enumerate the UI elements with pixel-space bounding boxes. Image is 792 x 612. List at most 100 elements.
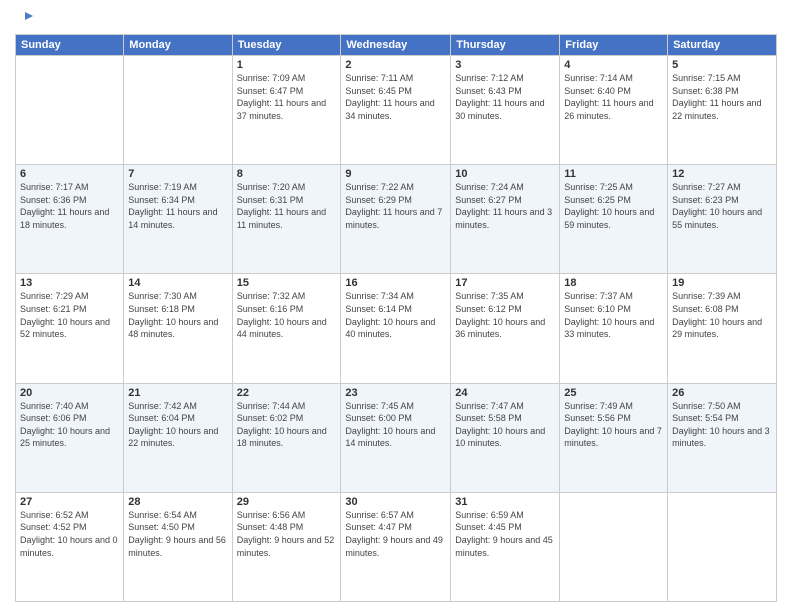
calendar-cell: 1Sunrise: 7:09 AMSunset: 6:47 PMDaylight… xyxy=(232,56,341,165)
day-number: 17 xyxy=(455,277,555,289)
calendar-cell xyxy=(124,56,232,165)
calendar-cell: 5Sunrise: 7:15 AMSunset: 6:38 PMDaylight… xyxy=(668,56,777,165)
day-header-thursday: Thursday xyxy=(451,35,560,56)
calendar-cell: 25Sunrise: 7:49 AMSunset: 5:56 PMDayligh… xyxy=(560,383,668,492)
day-info: Sunrise: 7:17 AMSunset: 6:36 PMDaylight:… xyxy=(20,181,119,231)
day-header-tuesday: Tuesday xyxy=(232,35,341,56)
day-header-monday: Monday xyxy=(124,35,232,56)
day-header-wednesday: Wednesday xyxy=(341,35,451,56)
calendar-cell: 3Sunrise: 7:12 AMSunset: 6:43 PMDaylight… xyxy=(451,56,560,165)
day-number: 11 xyxy=(564,168,663,180)
day-number: 24 xyxy=(455,387,555,399)
day-info: Sunrise: 7:44 AMSunset: 6:02 PMDaylight:… xyxy=(237,400,337,450)
day-info: Sunrise: 7:20 AMSunset: 6:31 PMDaylight:… xyxy=(237,181,337,231)
calendar-cell: 26Sunrise: 7:50 AMSunset: 5:54 PMDayligh… xyxy=(668,383,777,492)
day-number: 12 xyxy=(672,168,772,180)
calendar-cell: 4Sunrise: 7:14 AMSunset: 6:40 PMDaylight… xyxy=(560,56,668,165)
day-number: 7 xyxy=(128,168,227,180)
day-number: 19 xyxy=(672,277,772,289)
day-info: Sunrise: 7:30 AMSunset: 6:18 PMDaylight:… xyxy=(128,290,227,340)
day-number: 26 xyxy=(672,387,772,399)
day-number: 9 xyxy=(345,168,446,180)
day-number: 4 xyxy=(564,59,663,71)
day-info: Sunrise: 7:22 AMSunset: 6:29 PMDaylight:… xyxy=(345,181,446,231)
calendar-cell: 19Sunrise: 7:39 AMSunset: 6:08 PMDayligh… xyxy=(668,274,777,383)
calendar-cell: 2Sunrise: 7:11 AMSunset: 6:45 PMDaylight… xyxy=(341,56,451,165)
calendar-cell: 6Sunrise: 7:17 AMSunset: 6:36 PMDaylight… xyxy=(16,165,124,274)
day-header-friday: Friday xyxy=(560,35,668,56)
day-info: Sunrise: 7:42 AMSunset: 6:04 PMDaylight:… xyxy=(128,400,227,450)
calendar-cell: 18Sunrise: 7:37 AMSunset: 6:10 PMDayligh… xyxy=(560,274,668,383)
day-number: 22 xyxy=(237,387,337,399)
day-number: 25 xyxy=(564,387,663,399)
calendar-week-1: 1Sunrise: 7:09 AMSunset: 6:47 PMDaylight… xyxy=(16,56,777,165)
calendar-week-2: 6Sunrise: 7:17 AMSunset: 6:36 PMDaylight… xyxy=(16,165,777,274)
day-number: 1 xyxy=(237,59,337,71)
header xyxy=(15,10,777,28)
calendar-week-3: 13Sunrise: 7:29 AMSunset: 6:21 PMDayligh… xyxy=(16,274,777,383)
calendar-cell: 31Sunrise: 6:59 AMSunset: 4:45 PMDayligh… xyxy=(451,492,560,601)
day-number: 23 xyxy=(345,387,446,399)
calendar-cell: 27Sunrise: 6:52 AMSunset: 4:52 PMDayligh… xyxy=(16,492,124,601)
header-row: SundayMondayTuesdayWednesdayThursdayFrid… xyxy=(16,35,777,56)
calendar-cell xyxy=(560,492,668,601)
calendar-week-4: 20Sunrise: 7:40 AMSunset: 6:06 PMDayligh… xyxy=(16,383,777,492)
day-number: 31 xyxy=(455,496,555,508)
day-info: Sunrise: 7:39 AMSunset: 6:08 PMDaylight:… xyxy=(672,290,772,340)
day-info: Sunrise: 7:09 AMSunset: 6:47 PMDaylight:… xyxy=(237,72,337,122)
day-info: Sunrise: 6:56 AMSunset: 4:48 PMDaylight:… xyxy=(237,509,337,559)
day-number: 16 xyxy=(345,277,446,289)
logo xyxy=(15,10,33,28)
calendar-table: SundayMondayTuesdayWednesdayThursdayFrid… xyxy=(15,34,777,602)
day-info: Sunrise: 6:59 AMSunset: 4:45 PMDaylight:… xyxy=(455,509,555,559)
day-info: Sunrise: 7:24 AMSunset: 6:27 PMDaylight:… xyxy=(455,181,555,231)
day-info: Sunrise: 6:54 AMSunset: 4:50 PMDaylight:… xyxy=(128,509,227,559)
day-info: Sunrise: 7:25 AMSunset: 6:25 PMDaylight:… xyxy=(564,181,663,231)
day-number: 14 xyxy=(128,277,227,289)
day-number: 20 xyxy=(20,387,119,399)
calendar-cell: 10Sunrise: 7:24 AMSunset: 6:27 PMDayligh… xyxy=(451,165,560,274)
day-info: Sunrise: 7:32 AMSunset: 6:16 PMDaylight:… xyxy=(237,290,337,340)
day-info: Sunrise: 6:57 AMSunset: 4:47 PMDaylight:… xyxy=(345,509,446,559)
calendar-cell: 9Sunrise: 7:22 AMSunset: 6:29 PMDaylight… xyxy=(341,165,451,274)
calendar-cell: 20Sunrise: 7:40 AMSunset: 6:06 PMDayligh… xyxy=(16,383,124,492)
day-number: 15 xyxy=(237,277,337,289)
day-number: 18 xyxy=(564,277,663,289)
day-info: Sunrise: 7:15 AMSunset: 6:38 PMDaylight:… xyxy=(672,72,772,122)
calendar-cell: 14Sunrise: 7:30 AMSunset: 6:18 PMDayligh… xyxy=(124,274,232,383)
day-number: 21 xyxy=(128,387,227,399)
calendar-cell: 30Sunrise: 6:57 AMSunset: 4:47 PMDayligh… xyxy=(341,492,451,601)
day-info: Sunrise: 7:14 AMSunset: 6:40 PMDaylight:… xyxy=(564,72,663,122)
day-number: 5 xyxy=(672,59,772,71)
calendar-cell xyxy=(16,56,124,165)
calendar-cell: 28Sunrise: 6:54 AMSunset: 4:50 PMDayligh… xyxy=(124,492,232,601)
calendar-week-5: 27Sunrise: 6:52 AMSunset: 4:52 PMDayligh… xyxy=(16,492,777,601)
calendar-page: SundayMondayTuesdayWednesdayThursdayFrid… xyxy=(0,0,792,612)
day-header-sunday: Sunday xyxy=(16,35,124,56)
day-number: 3 xyxy=(455,59,555,71)
day-number: 8 xyxy=(237,168,337,180)
calendar-cell: 7Sunrise: 7:19 AMSunset: 6:34 PMDaylight… xyxy=(124,165,232,274)
calendar-cell: 22Sunrise: 7:44 AMSunset: 6:02 PMDayligh… xyxy=(232,383,341,492)
calendar-cell: 16Sunrise: 7:34 AMSunset: 6:14 PMDayligh… xyxy=(341,274,451,383)
day-info: Sunrise: 7:12 AMSunset: 6:43 PMDaylight:… xyxy=(455,72,555,122)
day-number: 29 xyxy=(237,496,337,508)
day-number: 2 xyxy=(345,59,446,71)
day-number: 6 xyxy=(20,168,119,180)
calendar-cell: 8Sunrise: 7:20 AMSunset: 6:31 PMDaylight… xyxy=(232,165,341,274)
calendar-cell: 15Sunrise: 7:32 AMSunset: 6:16 PMDayligh… xyxy=(232,274,341,383)
day-number: 30 xyxy=(345,496,446,508)
calendar-cell: 13Sunrise: 7:29 AMSunset: 6:21 PMDayligh… xyxy=(16,274,124,383)
day-header-saturday: Saturday xyxy=(668,35,777,56)
calendar-cell: 23Sunrise: 7:45 AMSunset: 6:00 PMDayligh… xyxy=(341,383,451,492)
day-info: Sunrise: 7:49 AMSunset: 5:56 PMDaylight:… xyxy=(564,400,663,450)
calendar-cell: 29Sunrise: 6:56 AMSunset: 4:48 PMDayligh… xyxy=(232,492,341,601)
calendar-cell: 17Sunrise: 7:35 AMSunset: 6:12 PMDayligh… xyxy=(451,274,560,383)
day-info: Sunrise: 7:37 AMSunset: 6:10 PMDaylight:… xyxy=(564,290,663,340)
calendar-cell: 11Sunrise: 7:25 AMSunset: 6:25 PMDayligh… xyxy=(560,165,668,274)
calendar-cell: 21Sunrise: 7:42 AMSunset: 6:04 PMDayligh… xyxy=(124,383,232,492)
calendar-cell: 12Sunrise: 7:27 AMSunset: 6:23 PMDayligh… xyxy=(668,165,777,274)
day-info: Sunrise: 7:34 AMSunset: 6:14 PMDaylight:… xyxy=(345,290,446,340)
calendar-cell xyxy=(668,492,777,601)
day-number: 28 xyxy=(128,496,227,508)
